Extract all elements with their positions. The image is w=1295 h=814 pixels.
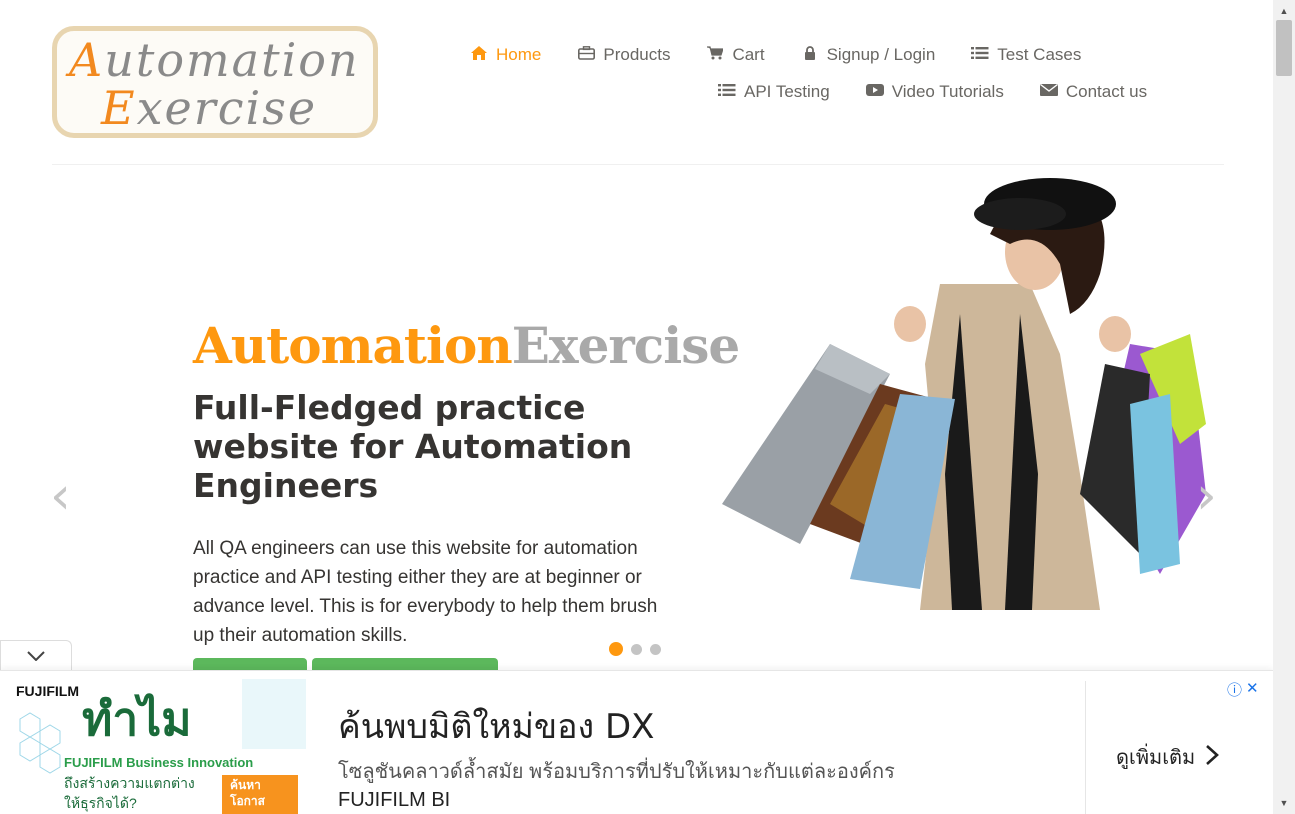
ad-source: FUJIFILM BI [338,789,451,811]
ad-big-text: ทำไม [82,692,192,746]
scroll-down-arrow-icon[interactable]: ▼ [1273,794,1295,812]
carousel-dot-1[interactable] [609,642,623,656]
nav-test-cases[interactable]: Test Cases [971,45,1081,65]
list-icon [718,83,736,101]
chevron-down-icon [27,648,45,666]
envelope-icon [1039,83,1058,101]
ad-banner[interactable]: FUJIFILM ทำไม FUJIFILM Business Innovati… [0,670,1273,814]
ad-cta-label: ดูเพิ่มเติม [1116,747,1196,769]
ad-image[interactable]: FUJIFILM ทำไม FUJIFILM Business Innovati… [10,679,306,814]
hero-carousel: ‹ AutomationExercise Full-Fledged practi… [0,166,1273,682]
ad-sub-line-1: ถึงสร้างความแตกต่าง [64,775,195,791]
ad-info-icon[interactable]: ⓘ [1227,679,1242,700]
hero-image [720,174,1206,610]
carousel-prev-arrow[interactable]: ‹ [50,466,71,526]
ad-close-icon[interactable]: ✕ [1246,679,1259,700]
ad-separator [1085,681,1086,814]
site-logo[interactable]: Automation Exercise [52,26,378,138]
nav-api-testing[interactable]: API Testing [718,82,830,102]
main-nav: Home Products Cart Signup / Login Test C… [470,36,1190,110]
scroll-thumb[interactable] [1276,20,1292,76]
nav-row-2: API Testing Video Tutorials Contact us [470,73,1190,110]
carousel-indicators [609,642,661,656]
carousel-dot-2[interactable] [631,643,642,655]
nav-products[interactable]: Products [577,45,670,65]
slide-description: All QA engineers can use this website fo… [193,538,658,646]
carousel-dot-3[interactable] [650,643,661,655]
ad-badge: ค้นหา โอกาส [222,775,298,814]
site-header: Automation Exercise Home Products Cart S… [0,0,1273,166]
ad-sub-heading: FUJIFILM Business Innovation [64,755,254,770]
nav-contact-us[interactable]: Contact us [1039,82,1147,102]
nav-cart[interactable]: Cart [706,45,765,65]
chevron-right-icon [1205,741,1220,773]
nav-signup-login[interactable]: Signup / Login [801,45,935,65]
ad-brand-logo: FUJIFILM [16,683,79,699]
ad-description: โซลูชันคลาวด์ล้ำสมัย พร้อมบริการที่ปรับใ… [338,761,895,783]
ad-collapse-button[interactable] [0,640,72,672]
ad-sub-line-2: ให้ธุรกิจได้? [64,795,137,811]
youtube-icon [865,83,884,101]
scroll-up-arrow-icon[interactable]: ▲ [1273,2,1295,20]
header-divider [52,164,1224,165]
cart-icon [706,45,725,64]
list-icon [971,46,989,64]
lock-icon [801,45,819,64]
slide-brand-title: AutomationExercise [193,316,740,375]
logo-line2: Exercise [101,81,318,135]
nav-video-tutorials[interactable]: Video Tutorials [865,82,1004,102]
slide-headline: Full-Fledged practice website for Automa… [193,388,633,505]
carousel-next-arrow[interactable]: › [1196,466,1217,526]
logo-line1: Automation [69,33,360,87]
nav-home[interactable]: Home [470,45,541,65]
nav-row-1: Home Products Cart Signup / Login Test C… [470,36,1190,73]
briefcase-icon [577,45,595,64]
ad-controls: ⓘ ✕ [1227,679,1259,700]
ad-cta-link[interactable]: ดูเพิ่มเติม [1116,741,1220,773]
page-scrollbar[interactable]: ▲ ▼ [1273,0,1295,814]
home-icon [470,45,488,64]
ad-title[interactable]: ค้นพบมิติใหม่ของ DX [338,699,654,753]
